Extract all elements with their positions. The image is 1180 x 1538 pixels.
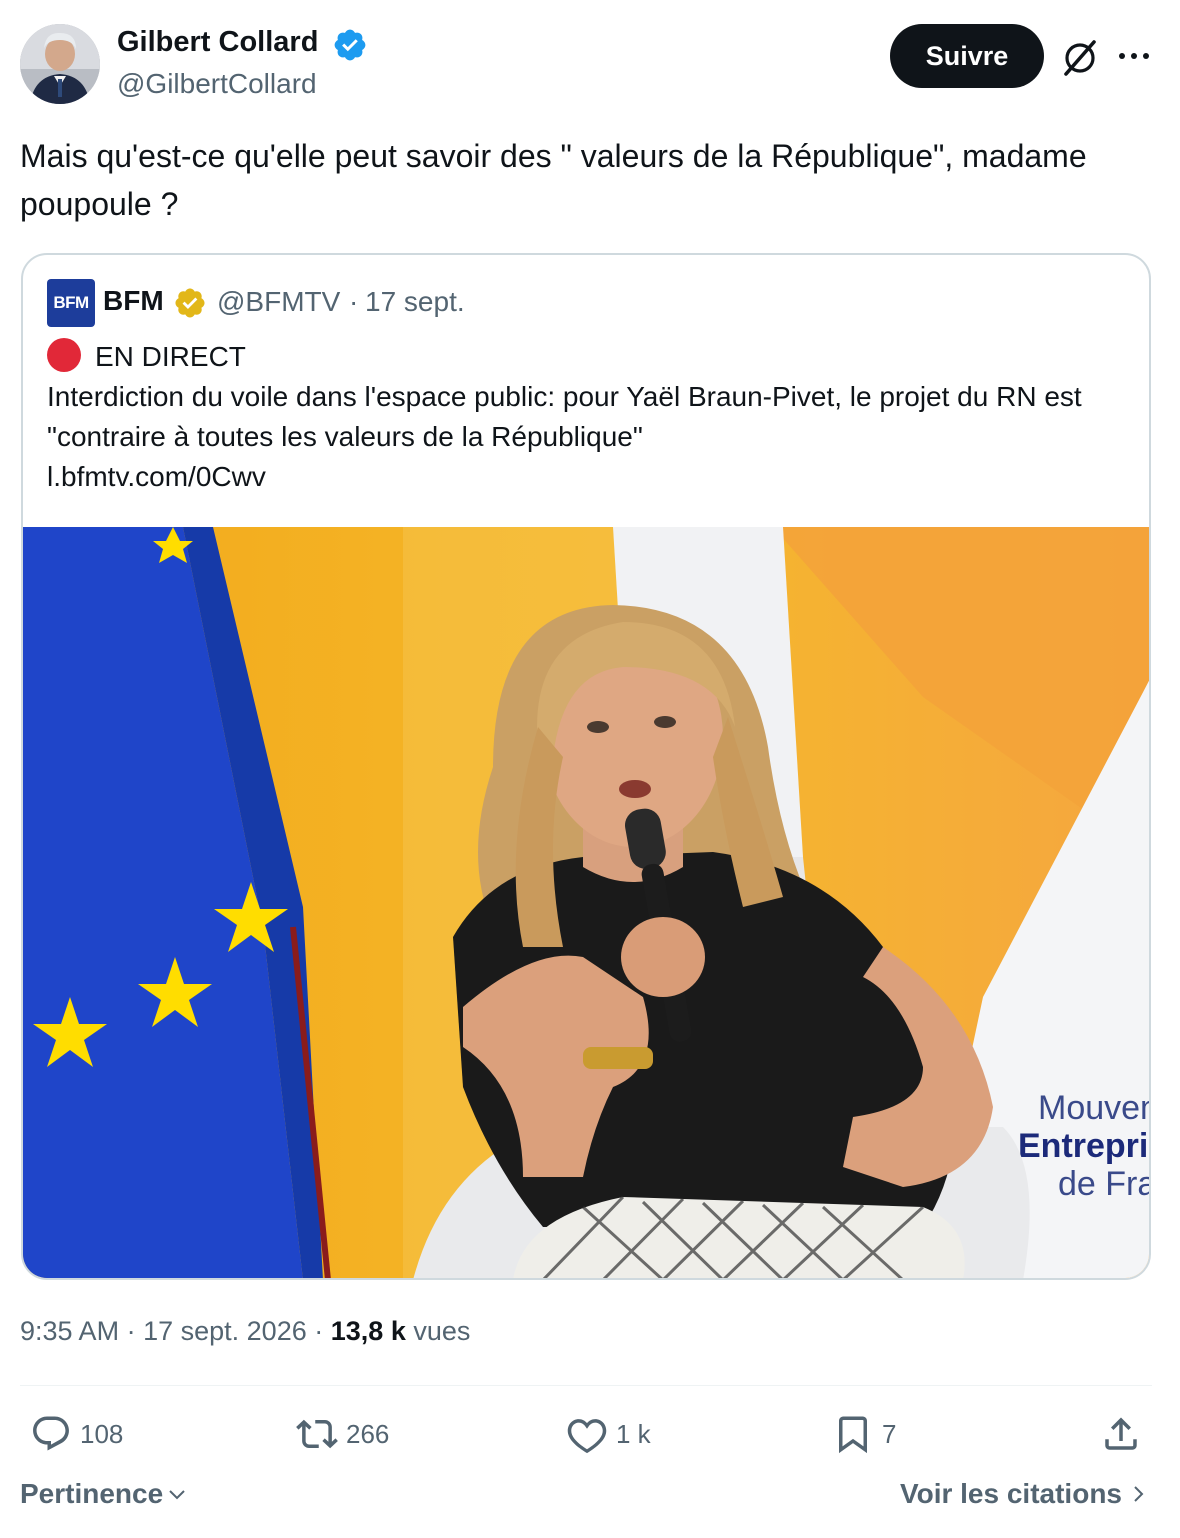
views-label: vues bbox=[413, 1316, 471, 1346]
view-quotes-label: Voir les citations bbox=[900, 1478, 1122, 1509]
author-name[interactable]: Gilbert Collard bbox=[117, 26, 318, 59]
chevron-right-icon bbox=[1134, 1486, 1144, 1502]
quoted-author-handle[interactable]: @BFMTV bbox=[217, 286, 340, 318]
sign-line-2: Entrepri bbox=[1018, 1127, 1148, 1165]
quoted-text: EN DIRECT Interdiction du voile dans l'e… bbox=[47, 337, 1127, 497]
sort-dropdown[interactable]: Pertinence bbox=[20, 1478, 189, 1510]
grok-icon[interactable] bbox=[1058, 36, 1102, 80]
verified-badge-icon bbox=[334, 29, 366, 61]
reply-count: 108 bbox=[80, 1418, 124, 1449]
live-line: EN DIRECT bbox=[47, 337, 1127, 377]
tweet-detail: Gilbert Collard @GilbertCollard Suivre M… bbox=[0, 0, 1180, 1538]
tweet-date[interactable]: 17 sept. 2026 bbox=[143, 1316, 307, 1346]
tweet-time[interactable]: 9:35 AM bbox=[20, 1316, 119, 1346]
reply-icon bbox=[33, 1416, 69, 1451]
sign-line-1: Mouvem bbox=[1038, 1089, 1151, 1127]
share-button[interactable] bbox=[1100, 1410, 1142, 1458]
reply-button[interactable]: 108 bbox=[30, 1410, 123, 1458]
sign-line-3: de Fra bbox=[1058, 1165, 1151, 1203]
meta-separator: · bbox=[126, 1316, 136, 1346]
live-label: EN DIRECT bbox=[95, 341, 246, 372]
bookmark-count: 7 bbox=[882, 1418, 897, 1449]
divider bbox=[20, 1385, 1152, 1386]
like-button[interactable]: 1 k bbox=[566, 1410, 651, 1458]
chevron-down-icon bbox=[169, 1490, 185, 1500]
quoted-separator: · bbox=[349, 286, 359, 317]
more-icon[interactable] bbox=[1114, 38, 1154, 74]
author-avatar[interactable] bbox=[20, 24, 100, 104]
red-circle-icon bbox=[47, 338, 81, 372]
heart-icon bbox=[567, 1419, 607, 1454]
author-handle[interactable]: @GilbertCollard bbox=[117, 68, 317, 100]
bookmark-button[interactable]: 7 bbox=[832, 1410, 896, 1458]
tweet-meta: 9:35 AM · 17 sept. 2026 · 13,8 k vues bbox=[20, 1316, 470, 1347]
quoted-author-name[interactable]: BFM bbox=[103, 285, 164, 317]
view-quotes-link[interactable]: Voir les citations bbox=[900, 1478, 1150, 1510]
verified-gold-badge-icon bbox=[175, 288, 205, 318]
repost-icon bbox=[296, 1419, 338, 1449]
quoted-link[interactable]: l.bfmtv.com/0Cwv bbox=[47, 457, 1127, 497]
views-count: 13,8 k bbox=[330, 1316, 406, 1346]
quoted-date[interactable]: 17 sept. bbox=[365, 286, 465, 318]
like-count: 1 k bbox=[616, 1418, 651, 1449]
bfm-logo[interactable]: BFM bbox=[47, 279, 95, 327]
quoted-body: Interdiction du voile dans l'espace publ… bbox=[47, 381, 1082, 452]
follow-button[interactable]: Suivre bbox=[890, 24, 1044, 88]
tweet-text: Mais qu'est-ce qu'elle peut savoir des "… bbox=[20, 138, 1087, 222]
share-icon bbox=[1105, 1417, 1137, 1450]
quoted-photo[interactable]: Mouvem Entrepri de Fra bbox=[23, 527, 1151, 1280]
sort-label: Pertinence bbox=[20, 1478, 164, 1509]
meta-separator: · bbox=[314, 1316, 324, 1346]
bookmark-icon bbox=[839, 1416, 867, 1454]
repost-count: 266 bbox=[346, 1418, 390, 1449]
quoted-post[interactable]: BFM BFM @BFMTV · 17 sept. EN DIRECT Inte… bbox=[21, 253, 1151, 1280]
repost-button[interactable]: 266 bbox=[296, 1410, 389, 1458]
